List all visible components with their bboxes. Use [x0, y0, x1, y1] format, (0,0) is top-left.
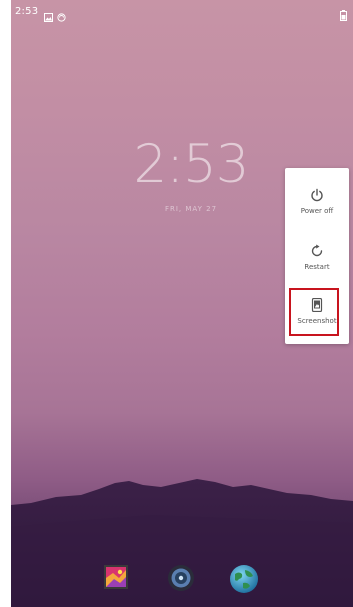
gallery-icon	[104, 565, 128, 589]
screenshot-highlight-box	[289, 288, 339, 336]
power-off-label: Power off	[300, 207, 334, 215]
music-app-button[interactable]	[167, 564, 195, 596]
restart-icon	[311, 244, 323, 257]
browser-icon	[230, 565, 258, 593]
gallery-app-button[interactable]	[103, 564, 129, 594]
power-off-button[interactable]: Power off	[285, 188, 349, 215]
sync-icon	[57, 7, 66, 22]
lockscreen-date: FRI, MAY 27	[164, 205, 218, 213]
browser-app-button[interactable]	[229, 564, 259, 598]
lock-screen: 2:53 2:53 FRI, MAY 27 Power off Restart …	[11, 0, 353, 607]
power-icon	[311, 188, 323, 202]
power-menu: Power off Restart Screenshot	[285, 168, 349, 344]
page: 2:53 2:53 FRI, MAY 27 Power off Restart …	[0, 0, 353, 607]
music-icon	[168, 565, 194, 591]
dock	[11, 560, 353, 600]
lockscreen-clock: 2:53	[133, 134, 249, 195]
image-notification-icon	[44, 7, 54, 22]
restart-button[interactable]: Restart	[285, 244, 349, 271]
status-time: 2:53	[15, 5, 39, 17]
status-bar: 2:53	[11, 0, 353, 22]
battery-icon	[340, 6, 347, 21]
restart-label: Restart	[304, 263, 330, 271]
